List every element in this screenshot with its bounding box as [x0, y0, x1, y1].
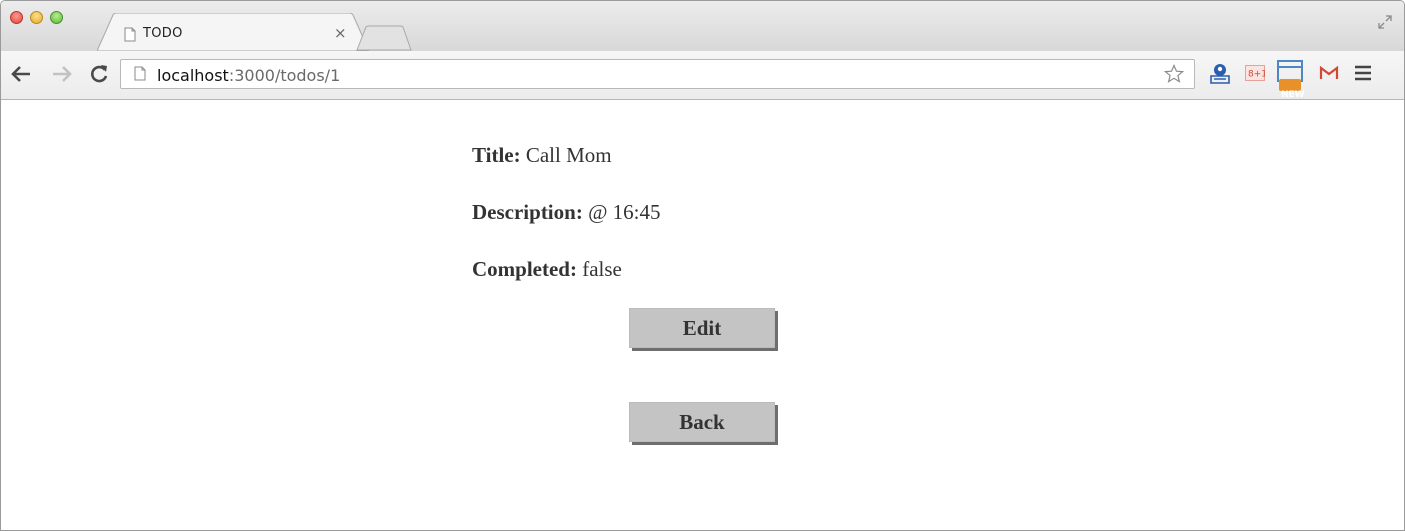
- title-bar: TODO ×: [1, 1, 1404, 51]
- gmail-icon[interactable]: [1319, 65, 1339, 86]
- menu-icon[interactable]: [1353, 65, 1373, 86]
- tab-todo[interactable]: TODO ×: [97, 13, 369, 51]
- fullscreen-icon[interactable]: [1378, 15, 1392, 34]
- window-controls: [10, 11, 63, 24]
- browser-window: TODO × localhost:3000/todos/1 8+ NEW Tit…: [0, 0, 1405, 531]
- reload-icon[interactable]: [89, 63, 109, 90]
- back-button[interactable]: Back: [629, 402, 775, 442]
- bookmark-star-icon[interactable]: [1163, 64, 1185, 89]
- title-value: Call Mom: [525, 143, 612, 167]
- edit-button[interactable]: Edit: [629, 308, 775, 348]
- browser-toolbar: localhost:3000/todos/1 8+1 NEW: [1, 51, 1404, 100]
- tab-shape: [97, 13, 369, 51]
- completed-label: Completed:: [472, 257, 577, 281]
- todo-title-row: Title: Call Mom: [472, 143, 612, 168]
- todo-completed-row: Completed: false: [472, 257, 622, 282]
- svg-text:8+1: 8+1: [1248, 70, 1265, 80]
- title-label: Title:: [472, 143, 521, 167]
- completed-value: false: [582, 257, 622, 281]
- google-plus-icon[interactable]: 8+1: [1245, 65, 1267, 86]
- page-icon: [134, 66, 146, 86]
- description-value: @ 16:45: [588, 200, 661, 224]
- new-badge-label: NEW: [1281, 90, 1305, 100]
- url-path: :3000/todos/1: [228, 66, 341, 85]
- person-badge-icon[interactable]: [1208, 62, 1232, 91]
- todo-description-row: Description: @ 16:45: [472, 200, 661, 225]
- page-content: Title: Call Mom Description: @ 16:45 Com…: [1, 100, 1404, 530]
- back-arrow-icon[interactable]: [10, 63, 32, 90]
- page-icon: [124, 27, 136, 47]
- url-text: localhost:3000/todos/1: [157, 66, 340, 85]
- url-host: localhost: [157, 66, 229, 85]
- close-window-button[interactable]: [10, 11, 23, 24]
- tab-close-icon[interactable]: ×: [334, 24, 347, 42]
- description-label: Description:: [472, 200, 583, 224]
- minimize-window-button[interactable]: [30, 11, 43, 24]
- zoom-window-button[interactable]: [50, 11, 63, 24]
- forward-arrow-icon[interactable]: [51, 63, 73, 90]
- tab-title: TODO: [143, 26, 183, 41]
- address-bar[interactable]: localhost:3000/todos/1: [120, 59, 1195, 89]
